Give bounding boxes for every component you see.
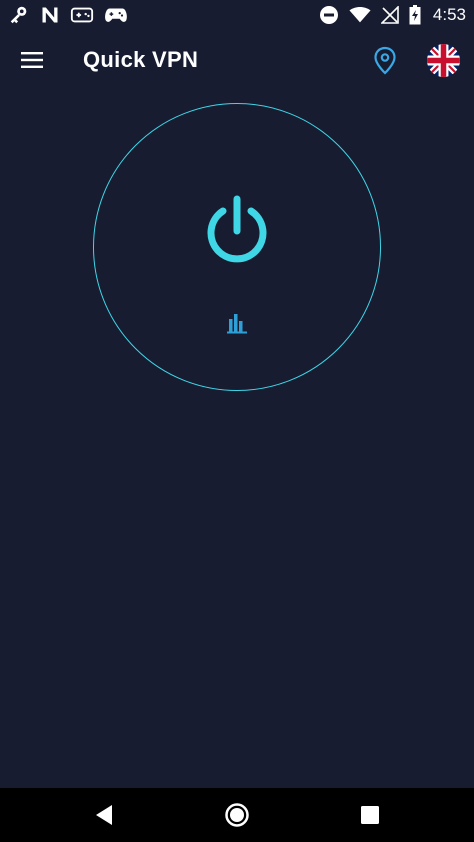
app-toolbar: Quick VPN (0, 30, 474, 92)
status-left-icons (8, 4, 128, 26)
bar-chart-icon[interactable] (227, 312, 247, 334)
home-icon[interactable] (224, 802, 250, 828)
hamburger-menu-icon[interactable] (18, 48, 46, 72)
wifi-icon (349, 6, 371, 24)
status-right-icons: 4:53 (319, 5, 466, 25)
n-notification-icon (40, 5, 60, 25)
do-not-disturb-icon (319, 5, 339, 25)
power-icon[interactable] (203, 193, 271, 267)
uk-flag-icon[interactable] (427, 44, 460, 77)
gamepad-icon (70, 5, 94, 25)
key-icon (8, 4, 30, 26)
app-title: Quick VPN (83, 47, 199, 72)
status-bar: 4:53 (0, 0, 474, 30)
system-nav-bar (0, 788, 474, 842)
no-signal-icon (380, 6, 399, 24)
controller-icon (104, 5, 128, 25)
battery-charging-icon (409, 5, 421, 25)
back-icon[interactable] (93, 803, 115, 827)
status-time: 4:53 (432, 5, 466, 24)
recent-apps-icon[interactable] (361, 806, 379, 824)
map-pin-icon[interactable] (372, 46, 398, 76)
